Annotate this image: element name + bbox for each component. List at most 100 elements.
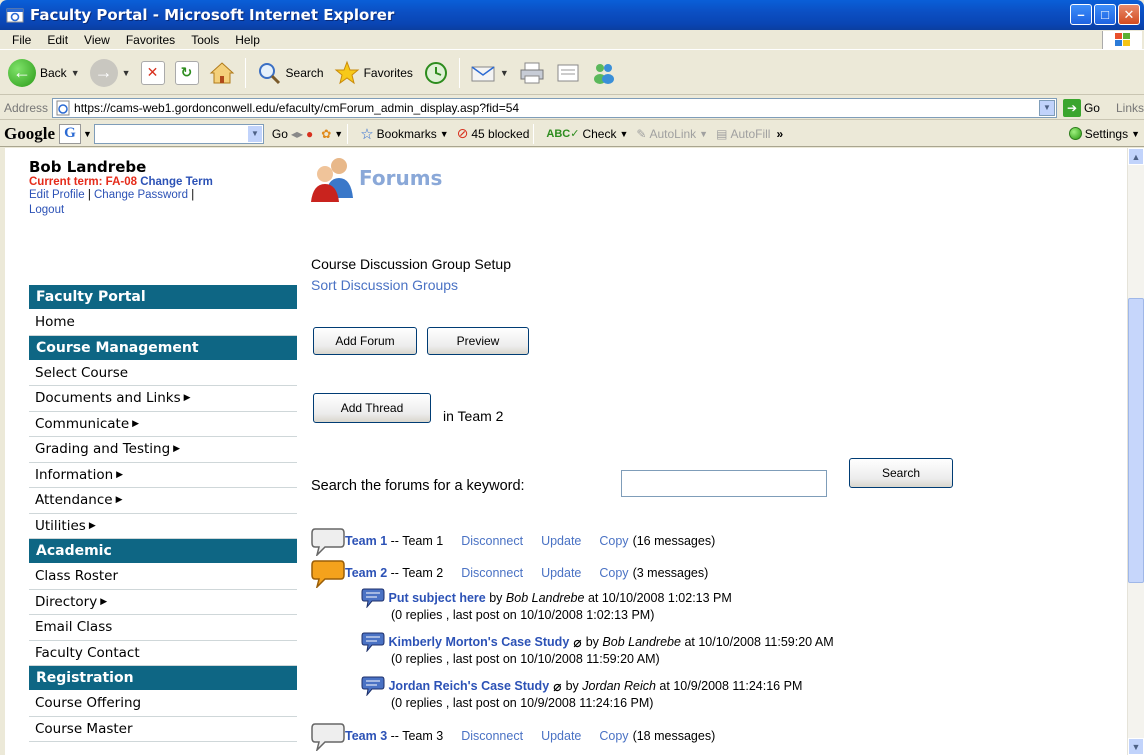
home-button[interactable] <box>205 55 239 91</box>
menu-file[interactable]: File <box>4 33 39 47</box>
favorites-button[interactable]: Favorites <box>330 55 417 91</box>
sidebar-item-class-roster[interactable]: Class Roster <box>29 564 297 590</box>
sidebar-item-course-master[interactable]: Course Master <box>29 716 297 742</box>
scroll-thumb[interactable] <box>1128 298 1144 583</box>
thread-bubble-icon <box>361 676 385 696</box>
sidebar-item-faculty-contact[interactable]: Faculty Contact <box>29 640 297 666</box>
forum-name-link[interactable]: Team 2 <box>345 566 387 580</box>
sidebar-item-course-offering[interactable]: Course Offering <box>29 691 297 717</box>
copy-link[interactable]: Copy <box>599 566 628 580</box>
copy-link[interactable]: Copy <box>599 534 628 548</box>
thread-item: Put subject here by Bob Landrebe at 10/1… <box>361 588 732 622</box>
change-password-link[interactable]: Change Password <box>94 189 188 201</box>
autolink-button[interactable]: ✎ AutoLink ▼ <box>636 127 708 141</box>
add-forum-button[interactable]: Add Forum <box>313 327 417 355</box>
edit-profile-link[interactable]: Edit Profile <box>29 189 85 201</box>
maximize-button[interactable]: □ <box>1094 4 1116 25</box>
page-content: Bob Landrebe Current term: FA-08 Change … <box>5 148 1127 755</box>
settings-button[interactable]: Settings ▼ <box>1068 127 1140 141</box>
menu-help[interactable]: Help <box>227 33 268 47</box>
history-button[interactable] <box>419 55 453 91</box>
disconnect-link[interactable]: Disconnect <box>461 566 523 580</box>
add-thread-button[interactable]: Add Thread <box>313 393 431 423</box>
forum-search-button[interactable]: Search <box>849 458 953 488</box>
close-button[interactable]: ✕ <box>1118 4 1140 25</box>
refresh-button[interactable]: ↻ <box>171 55 203 91</box>
disconnect-link[interactable]: Disconnect <box>461 729 523 743</box>
vertical-scrollbar[interactable]: ▲ ▼ <box>1127 148 1144 755</box>
chevron-down-icon[interactable]: ▼ <box>334 129 343 139</box>
sidebar-item-attendance[interactable]: Attendance ▶ <box>29 488 297 514</box>
chevron-down-icon[interactable]: ▼ <box>500 68 509 78</box>
stop-button[interactable]: ✕ <box>137 55 169 91</box>
chevron-down-icon[interactable]: ▼ <box>71 68 80 78</box>
chevron-down-icon[interactable]: ▼ <box>83 129 92 139</box>
chevron-down-icon[interactable]: ▼ <box>247 125 262 142</box>
popup-blocker-button[interactable]: ⊘ 45 blocked <box>457 125 530 142</box>
google-news-button[interactable]: ✿ ▼ <box>321 127 343 141</box>
messenger-icon <box>593 63 614 84</box>
sidebar-item-directory[interactable]: Directory ▶ <box>29 589 297 615</box>
sidebar-item-select-course[interactable]: Select Course <box>29 360 297 386</box>
forum-description: -- Team 1 <box>390 534 444 548</box>
sidebar-item-information[interactable]: Information ▶ <box>29 462 297 488</box>
user-name: Bob Landrebe <box>29 158 147 176</box>
more-chevron-icon[interactable]: » <box>776 127 783 141</box>
copy-link[interactable]: Copy <box>599 729 628 743</box>
go-arrow-icon: ➔ <box>1062 98 1081 117</box>
go-button[interactable]: ➔ Go <box>1062 98 1100 117</box>
search-label: Search the forums for a keyword: <box>311 478 525 494</box>
links-button[interactable]: Links <box>1116 101 1144 115</box>
sort-groups-link[interactable]: Sort Discussion Groups <box>311 277 458 293</box>
menu-tools[interactable]: Tools <box>183 33 227 47</box>
update-link[interactable]: Update <box>541 729 581 743</box>
scroll-down-icon[interactable]: ▼ <box>1128 738 1144 755</box>
scroll-up-icon[interactable]: ▲ <box>1128 148 1144 165</box>
address-input[interactable]: https://cams-web1.gordonconwell.edu/efac… <box>52 97 1057 118</box>
google-search-input[interactable]: ▼ <box>93 123 264 144</box>
back-button[interactable]: ← Back ▼ <box>4 55 84 91</box>
star-icon: ☆ <box>360 125 374 143</box>
minimize-button[interactable]: – <box>1070 4 1092 25</box>
edit-button[interactable] <box>551 55 585 91</box>
preview-button[interactable]: Preview <box>427 327 529 355</box>
update-link[interactable]: Update <box>541 566 581 580</box>
forward-button[interactable]: → ▼ <box>86 55 135 91</box>
sidebar-item-utilities[interactable]: Utilities ▶ <box>29 513 297 539</box>
thread-title-link[interactable]: Jordan Reich's Case Study <box>388 679 549 693</box>
google-g-button[interactable]: G <box>59 123 81 144</box>
messenger-button[interactable] <box>587 55 621 91</box>
disconnect-link[interactable]: Disconnect <box>461 534 523 548</box>
forum-row: Team 1 -- Team 1 Disconnect Update Copy … <box>311 526 715 556</box>
forum-name-link[interactable]: Team 3 <box>345 729 387 743</box>
thread-title-link[interactable]: Put subject here <box>388 591 485 605</box>
bookmarks-button[interactable]: ☆ Bookmarks ▼ <box>360 125 448 143</box>
google-go-button[interactable]: Go ◂▸ ● <box>272 127 313 141</box>
chevron-down-icon[interactable]: ▼ <box>122 68 131 78</box>
search-button[interactable]: Search <box>252 55 328 91</box>
autofill-button[interactable]: ▤ AutoFill <box>716 127 770 141</box>
thread-replies: (0 replies , last post on 10/10/2008 11:… <box>391 652 660 666</box>
menu-view[interactable]: View <box>76 33 118 47</box>
menu-favorites[interactable]: Favorites <box>118 33 183 47</box>
sidebar-item-documents[interactable]: Documents and Links ▶ <box>29 386 297 412</box>
chevron-down-icon[interactable]: ▼ <box>1038 99 1055 116</box>
thread-title-link[interactable]: Kimberly Morton's Case Study <box>388 635 569 649</box>
logout-link[interactable]: Logout <box>29 204 64 216</box>
sidebar-item-grading[interactable]: Grading and Testing ▶ <box>29 437 297 463</box>
thread-bubble-icon <box>361 588 385 608</box>
menu-edit[interactable]: Edit <box>39 33 76 47</box>
user-box: Bob Landrebe Current term: FA-08 Change … <box>5 148 297 282</box>
history-icon <box>424 61 447 84</box>
forum-search-input[interactable] <box>621 470 827 497</box>
google-logo[interactable]: Google <box>0 124 55 144</box>
sidebar-item-home[interactable]: Home <box>29 310 297 336</box>
mail-button[interactable]: ▼ <box>466 55 513 91</box>
print-button[interactable] <box>515 55 549 91</box>
spell-check-button[interactable]: ABC✓ Check ▼ <box>546 127 628 141</box>
sidebar-item-communicate[interactable]: Communicate ▶ <box>29 411 297 437</box>
update-link[interactable]: Update <box>541 534 581 548</box>
forum-name-link[interactable]: Team 1 <box>345 534 387 548</box>
change-term-link[interactable]: Change Term <box>140 176 213 188</box>
sidebar-item-email-class[interactable]: Email Class <box>29 615 297 641</box>
